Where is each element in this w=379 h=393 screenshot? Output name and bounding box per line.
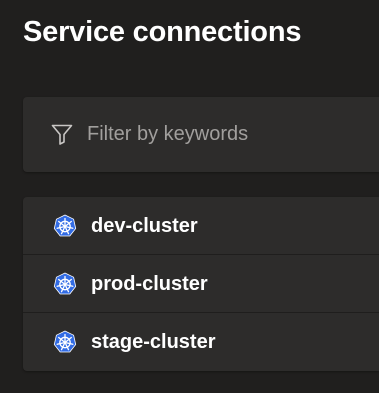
service-connection-stage-cluster[interactable]: stage-cluster bbox=[23, 313, 379, 371]
filter-bar[interactable] bbox=[23, 97, 379, 172]
filter-icon bbox=[51, 124, 73, 145]
service-connections-list: dev-cluster prod-cluster stage-cluster bbox=[23, 197, 379, 371]
page-title: Service connections bbox=[23, 16, 302, 48]
kubernetes-icon bbox=[53, 330, 77, 353]
service-connection-dev-cluster[interactable]: dev-cluster bbox=[23, 197, 379, 255]
service-connection-label: dev-cluster bbox=[91, 215, 198, 237]
service-connection-label: stage-cluster bbox=[91, 331, 216, 353]
kubernetes-icon bbox=[53, 214, 77, 237]
service-connection-label: prod-cluster bbox=[91, 273, 208, 295]
filter-input[interactable] bbox=[87, 117, 357, 151]
kubernetes-icon bbox=[53, 272, 77, 295]
service-connection-prod-cluster[interactable]: prod-cluster bbox=[23, 255, 379, 313]
